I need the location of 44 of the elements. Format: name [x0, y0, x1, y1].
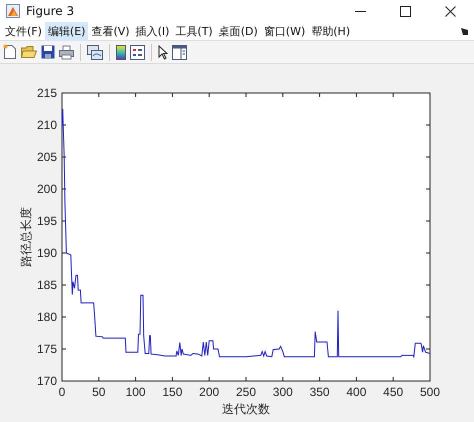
- tick-label: 200: [199, 385, 220, 399]
- menu-item[interactable]: 工具(T): [172, 22, 216, 40]
- pointer-icon[interactable]: [158, 44, 168, 60]
- menu-item[interactable]: 帮助(H): [308, 22, 354, 40]
- menu-item[interactable]: 窗口(W): [260, 22, 308, 40]
- tick-label: 350: [310, 385, 330, 399]
- tick-label: 210: [36, 118, 57, 132]
- tick-label: 400: [346, 385, 366, 399]
- tick-label: 190: [36, 246, 57, 260]
- tick-label: 170: [36, 374, 57, 388]
- tick-label: 300: [272, 385, 293, 399]
- tick-label: 150: [162, 385, 182, 399]
- print-icon[interactable]: [59, 44, 74, 60]
- tick-label: 0: [58, 385, 66, 399]
- tick-label: 200: [36, 182, 57, 196]
- window-title: Figure 3: [26, 4, 74, 18]
- tick-label: 180: [36, 310, 57, 324]
- stacked-windows-icon[interactable]: [87, 44, 103, 60]
- tick-label: 50: [92, 385, 106, 399]
- panel-icon[interactable]: [172, 44, 187, 60]
- color-bar-icon[interactable]: [116, 44, 126, 60]
- tick-label: 175: [36, 342, 57, 356]
- new-file-icon[interactable]: [3, 44, 17, 60]
- menu-item[interactable]: 插入(I): [132, 22, 172, 40]
- tick-label: 100: [126, 385, 146, 399]
- tick-label: 185: [36, 278, 57, 292]
- maximize-icon[interactable]: [400, 6, 411, 16]
- close-icon[interactable]: [445, 6, 456, 16]
- menu-item[interactable]: 查看(V): [88, 22, 133, 40]
- axis-label: 路径总长度: [19, 207, 33, 267]
- menu-item[interactable]: 文件(F): [2, 22, 45, 40]
- app-icon: [6, 4, 20, 18]
- save-icon[interactable]: [41, 45, 55, 59]
- legend-icon[interactable]: [130, 44, 145, 60]
- tick-label: 205: [36, 150, 57, 164]
- axis-label: 迭代次数: [222, 402, 270, 416]
- tick-label: 195: [36, 214, 57, 228]
- tick-label: 215: [36, 86, 57, 100]
- tick-label: 450: [383, 385, 404, 399]
- menu-item[interactable]: 桌面(D): [216, 22, 261, 40]
- tick-label: 500: [420, 385, 440, 399]
- menu-item[interactable]: 编辑(E): [44, 22, 88, 40]
- tick-label: 250: [236, 385, 256, 399]
- dock-arrow-icon[interactable]: [461, 28, 468, 34]
